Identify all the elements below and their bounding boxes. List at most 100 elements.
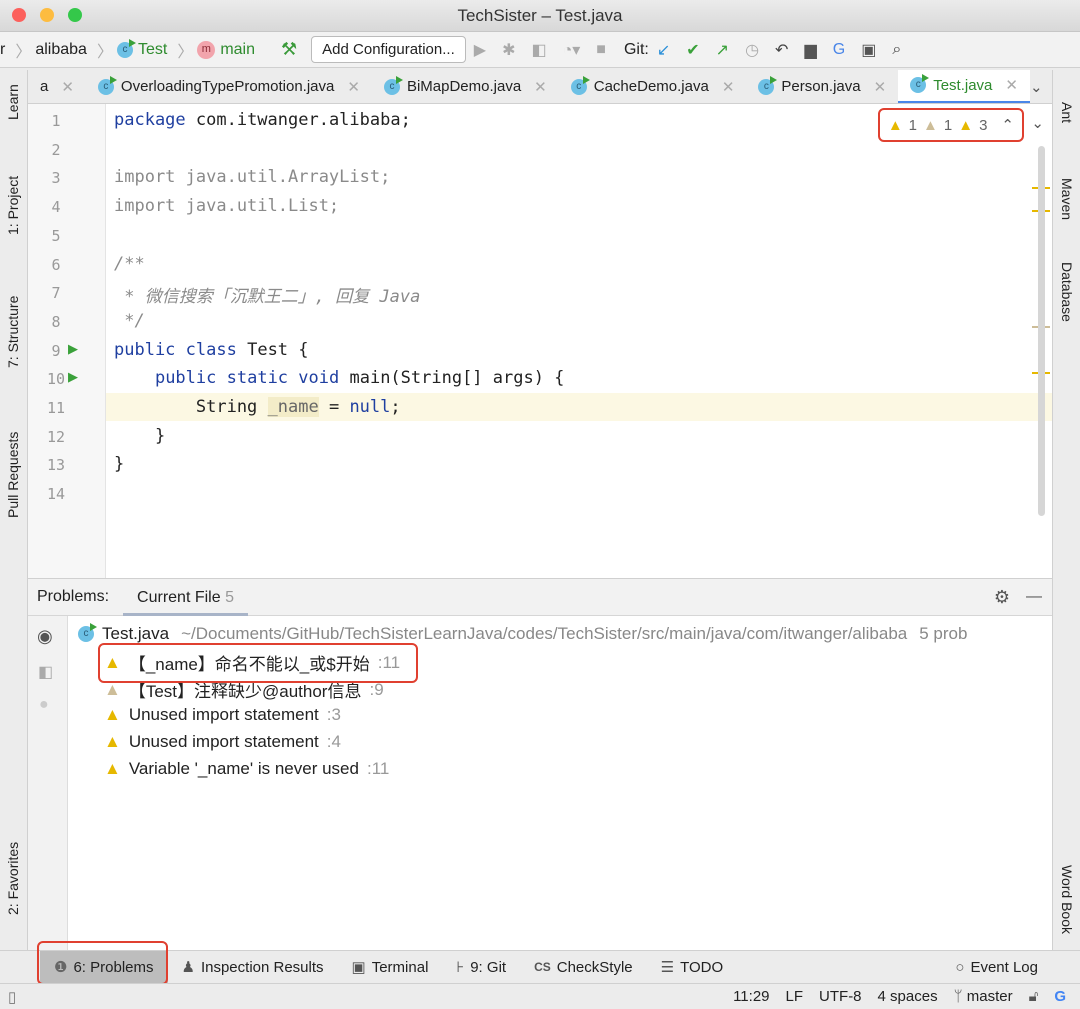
- lock-icon[interactable]: 🔓︎: [1029, 988, 1039, 1005]
- breadcrumb-class[interactable]: c Test: [116, 38, 167, 59]
- file-encoding[interactable]: UTF-8: [819, 988, 862, 1005]
- line-number: 6: [51, 255, 61, 274]
- google-icon[interactable]: G: [1054, 988, 1066, 1005]
- search-icon[interactable]: ⌕: [892, 41, 901, 59]
- tab-person-java[interactable]: c Person.java ✕: [746, 70, 898, 103]
- run-gutter-icon[interactable]: ▶: [68, 369, 78, 385]
- hide-panel-icon[interactable]: —: [1026, 588, 1042, 606]
- tab-overloadingtypepromotion-java[interactable]: c OverloadingTypePromotion.java ✕: [86, 70, 372, 103]
- tab-count: 5: [225, 589, 234, 606]
- problem-item[interactable]: ▲ Unused import statement:4: [104, 732, 341, 752]
- tool-project[interactable]: 1: Project: [5, 176, 21, 235]
- error-stripe[interactable]: [1032, 104, 1052, 578]
- translate-icon[interactable]: G: [833, 41, 845, 59]
- line-number: 5: [51, 226, 61, 245]
- tool-ant[interactable]: Ant: [1059, 102, 1075, 123]
- tool-label: TODO: [680, 958, 724, 976]
- eye-icon[interactable]: ◉: [37, 626, 53, 647]
- code-editor[interactable]: ▲ 1 ▲ 1 ▲ 3 ⌃ ⌄ package com.itwanger.alibab…: [106, 104, 1052, 578]
- project-structure-icon[interactable]: ▆: [804, 40, 816, 60]
- terminal-icon: ▣: [351, 959, 366, 976]
- tool-git[interactable]: ⊦ 9: Git: [442, 951, 520, 984]
- maximize-window-button[interactable]: [68, 8, 82, 22]
- problem-count: 5 prob: [919, 624, 968, 643]
- highlight-box: [98, 643, 418, 683]
- minimize-window-button[interactable]: [40, 8, 54, 22]
- tool-todo[interactable]: ☰ TODO: [647, 951, 738, 984]
- add-configuration-button[interactable]: Add Configuration...: [311, 36, 466, 63]
- class-icon: c: [570, 75, 590, 95]
- settings-gear-icon[interactable]: ⚙: [994, 587, 1010, 608]
- tool-inspection-results[interactable]: ♟ Inspection Results: [168, 951, 338, 984]
- git-branch-widget[interactable]: ᛘ master: [954, 988, 1013, 1005]
- build-hammer-icon[interactable]: ⚒: [281, 39, 297, 60]
- profile-icon[interactable]: ◔▾: [563, 40, 581, 60]
- tab-cachedemo-java[interactable]: c CacheDemo.java ✕: [559, 70, 747, 103]
- tab-test-java[interactable]: c Test.java ✕: [898, 70, 1030, 103]
- tool-checkstyle[interactable]: CS CheckStyle: [520, 951, 647, 984]
- code-line: */: [114, 310, 145, 331]
- tool-label: CheckStyle: [556, 958, 633, 976]
- editor-scrollbar[interactable]: [1038, 146, 1045, 516]
- git-commit-icon[interactable]: ✔: [686, 40, 699, 60]
- tab-list-chevron-icon[interactable]: ⌄: [1030, 78, 1043, 96]
- class-icon: c: [910, 74, 930, 93]
- line-gutter: 1 2 3 4 5 6 7 8 9 ▶ 10 ▶ 11 12 13 14: [28, 104, 106, 578]
- coverage-icon[interactable]: ◧: [531, 40, 546, 60]
- close-tab-icon[interactable]: ✕: [874, 78, 887, 96]
- run-gutter-icon[interactable]: ▶: [68, 341, 78, 357]
- tab-a[interactable]: a ✕: [28, 70, 86, 103]
- lightbulb-icon[interactable]: ●: [39, 696, 49, 714]
- code-line: /**: [114, 253, 145, 274]
- tool-terminal[interactable]: ▣ Terminal: [338, 951, 443, 984]
- git-branch-icon: ⊦: [456, 959, 465, 976]
- history-icon[interactable]: ◷: [745, 40, 759, 60]
- event-log-icon: ○: [955, 958, 965, 976]
- tab-bimapdemo-java[interactable]: c BiMapDemo.java ✕: [372, 70, 559, 103]
- breadcrumb-item[interactable]: r: [0, 41, 5, 59]
- code-line: * 微信搜索「沉默王二」, 回复 Java: [114, 287, 421, 308]
- breadcrumb-method[interactable]: m main: [197, 40, 255, 59]
- tool-database[interactable]: Database: [1059, 262, 1075, 322]
- run-anything-icon[interactable]: ▣: [861, 40, 876, 60]
- close-tab-icon[interactable]: ✕: [1005, 76, 1018, 94]
- left-tool-strip: Learn 1: Project 7: Structure Pull Reque…: [0, 70, 28, 950]
- problem-item[interactable]: ▲ Unused import statement:3: [104, 705, 341, 725]
- tool-maven[interactable]: Maven: [1059, 178, 1075, 220]
- close-tab-icon[interactable]: ✕: [347, 78, 360, 96]
- close-window-button[interactable]: [12, 8, 26, 22]
- rollback-icon[interactable]: ↶: [775, 40, 788, 60]
- warning-icon: ▲: [104, 731, 121, 751]
- debug-icon[interactable]: ✱: [502, 40, 515, 60]
- close-tab-icon[interactable]: ✕: [534, 78, 547, 96]
- close-tab-icon[interactable]: ✕: [722, 78, 735, 96]
- git-update-icon[interactable]: ↙: [657, 40, 670, 60]
- warning-count: 1: [908, 116, 918, 134]
- git-push-icon[interactable]: ↗: [716, 40, 729, 60]
- tab-current-file[interactable]: Current File 5: [123, 578, 248, 616]
- stop-icon[interactable]: ■: [596, 41, 606, 59]
- tab-label: OverloadingTypePromotion.java: [120, 78, 335, 95]
- tool-word-book[interactable]: Word Book: [1059, 865, 1075, 934]
- preview-icon[interactable]: ◧: [38, 662, 53, 682]
- tool-event-log[interactable]: ○ Event Log: [941, 951, 1052, 984]
- tool-favorites[interactable]: 2: Favorites: [5, 842, 21, 915]
- close-tab-icon[interactable]: ✕: [61, 78, 74, 96]
- line-number: 12: [46, 427, 66, 446]
- problems-file-node[interactable]: c Test.java ~/Documents/GitHub/TechSiste…: [78, 623, 968, 644]
- tool-structure[interactable]: 7: Structure: [5, 296, 21, 368]
- inspection-widget[interactable]: ▲ 1 ▲ 1 ▲ 3 ⌃: [877, 108, 1024, 142]
- tool-label: Terminal: [371, 958, 429, 976]
- tool-pull-requests[interactable]: Pull Requests: [5, 432, 21, 518]
- caret-position[interactable]: 11:29: [733, 988, 769, 1005]
- problem-item[interactable]: ▲ Variable '_name' is never used:11: [104, 759, 389, 779]
- problems-header: Problems: Current File 5 ⚙ —: [28, 578, 1052, 616]
- line-separator[interactable]: LF: [786, 988, 804, 1005]
- run-icon[interactable]: ▶: [474, 40, 486, 60]
- breadcrumb-item[interactable]: alibaba: [35, 41, 87, 59]
- previous-highlight-icon[interactable]: ⌃: [1001, 116, 1014, 134]
- indent-setting[interactable]: 4 spaces: [878, 988, 938, 1005]
- tool-learn[interactable]: Learn: [5, 84, 21, 120]
- git-label: Git:: [623, 40, 649, 58]
- toggle-tool-windows-icon[interactable]: ▯: [8, 988, 16, 1006]
